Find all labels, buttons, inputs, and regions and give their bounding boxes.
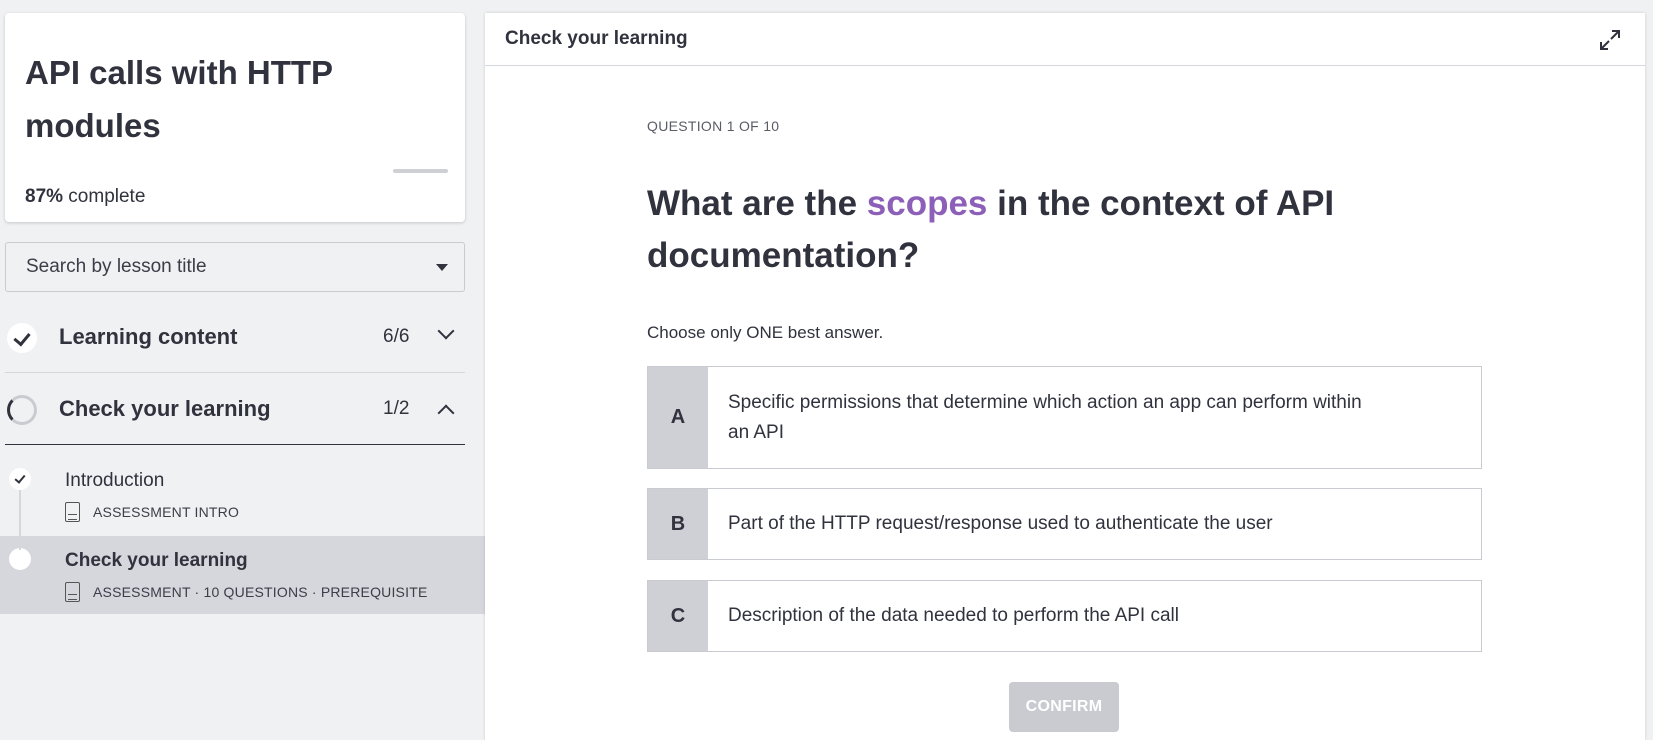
lesson-item-introduction[interactable]: Introduction ASSESSMENT INTRO [0,458,485,536]
progress-bar [25,169,451,173]
question-progress: QUESTION 1 OF 10 [647,118,780,134]
lesson-meta: ASSESSMENT INTRO [65,502,239,522]
question-instruction: Choose only ONE best answer. [647,323,884,342]
sidebar: API calls with HTTP modules 87% complete… [0,0,485,740]
lesson-item-check-your-learning[interactable]: Check your learning ASSESSMENT · 10 QUES… [0,536,485,614]
progress-bar-fill [393,169,448,173]
lesson-meta-text: ASSESSMENT · 10 QUESTIONS · PREREQUISITE [93,584,428,600]
panel-title: Check your learning [505,28,688,49]
option-letter: A [648,367,708,468]
search-placeholder: Search by lesson title [26,256,207,277]
lesson-meta: ASSESSMENT · 10 QUESTIONS · PREREQUISITE [65,582,427,602]
course-card: API calls with HTTP modules 87% complete [5,13,465,222]
checkmark-icon [7,323,37,353]
lesson-title: Introduction [65,470,165,491]
quiz-doc-icon [65,582,80,602]
panel-header: Check your learning [485,13,1645,66]
progress-text: 87% complete [25,186,145,208]
progress-ring-icon [7,395,37,425]
section-title: Learning content [59,324,238,349]
answer-option-b[interactable]: B Part of the HTTP request/response used… [647,488,1482,560]
question-text-start: What are the [647,184,867,223]
section-title: Check your learning [59,396,271,421]
caret-down-icon [436,264,448,271]
lesson-title: Check your learning [65,550,248,571]
course-title: API calls with HTTP modules [25,54,333,144]
section-count: 1/2 [383,398,410,419]
section-learning-content[interactable]: Learning content 6/6 [5,303,465,373]
option-letter: B [648,489,708,559]
lesson-meta-text: ASSESSMENT INTRO [93,504,240,520]
progress-value: 87% [25,186,64,207]
section-count: 6/6 [383,326,410,347]
section-check-your-learning[interactable]: Check your learning 1/2 [5,375,465,445]
lesson-search-dropdown[interactable]: Search by lesson title [5,242,465,292]
option-text: Specific permissions that determine whic… [728,391,1362,443]
question-keyword: scopes [866,184,988,223]
expand-icon[interactable] [1597,27,1623,53]
option-text: Part of the HTTP request/response used t… [728,513,1273,534]
checkmark-icon [9,468,31,490]
answer-option-c[interactable]: C Description of the data needed to perf… [647,580,1482,652]
text-doc-icon [65,502,80,522]
question-text: What are the scopes in the context of AP… [647,178,1347,282]
option-letter: C [648,581,708,651]
confirm-button[interactable]: CONFIRM [1009,682,1119,732]
answer-option-a[interactable]: A Specific permissions that determine wh… [647,366,1482,469]
current-lesson-dot-icon [9,548,31,570]
quiz-panel: Check your learning QUESTION 1 OF 10 Wha… [485,13,1645,740]
option-text: Description of the data needed to perfor… [728,605,1179,626]
chevron-down-icon[interactable] [437,322,455,340]
progress-suffix: complete [63,186,146,207]
chevron-up-icon[interactable] [437,404,455,422]
